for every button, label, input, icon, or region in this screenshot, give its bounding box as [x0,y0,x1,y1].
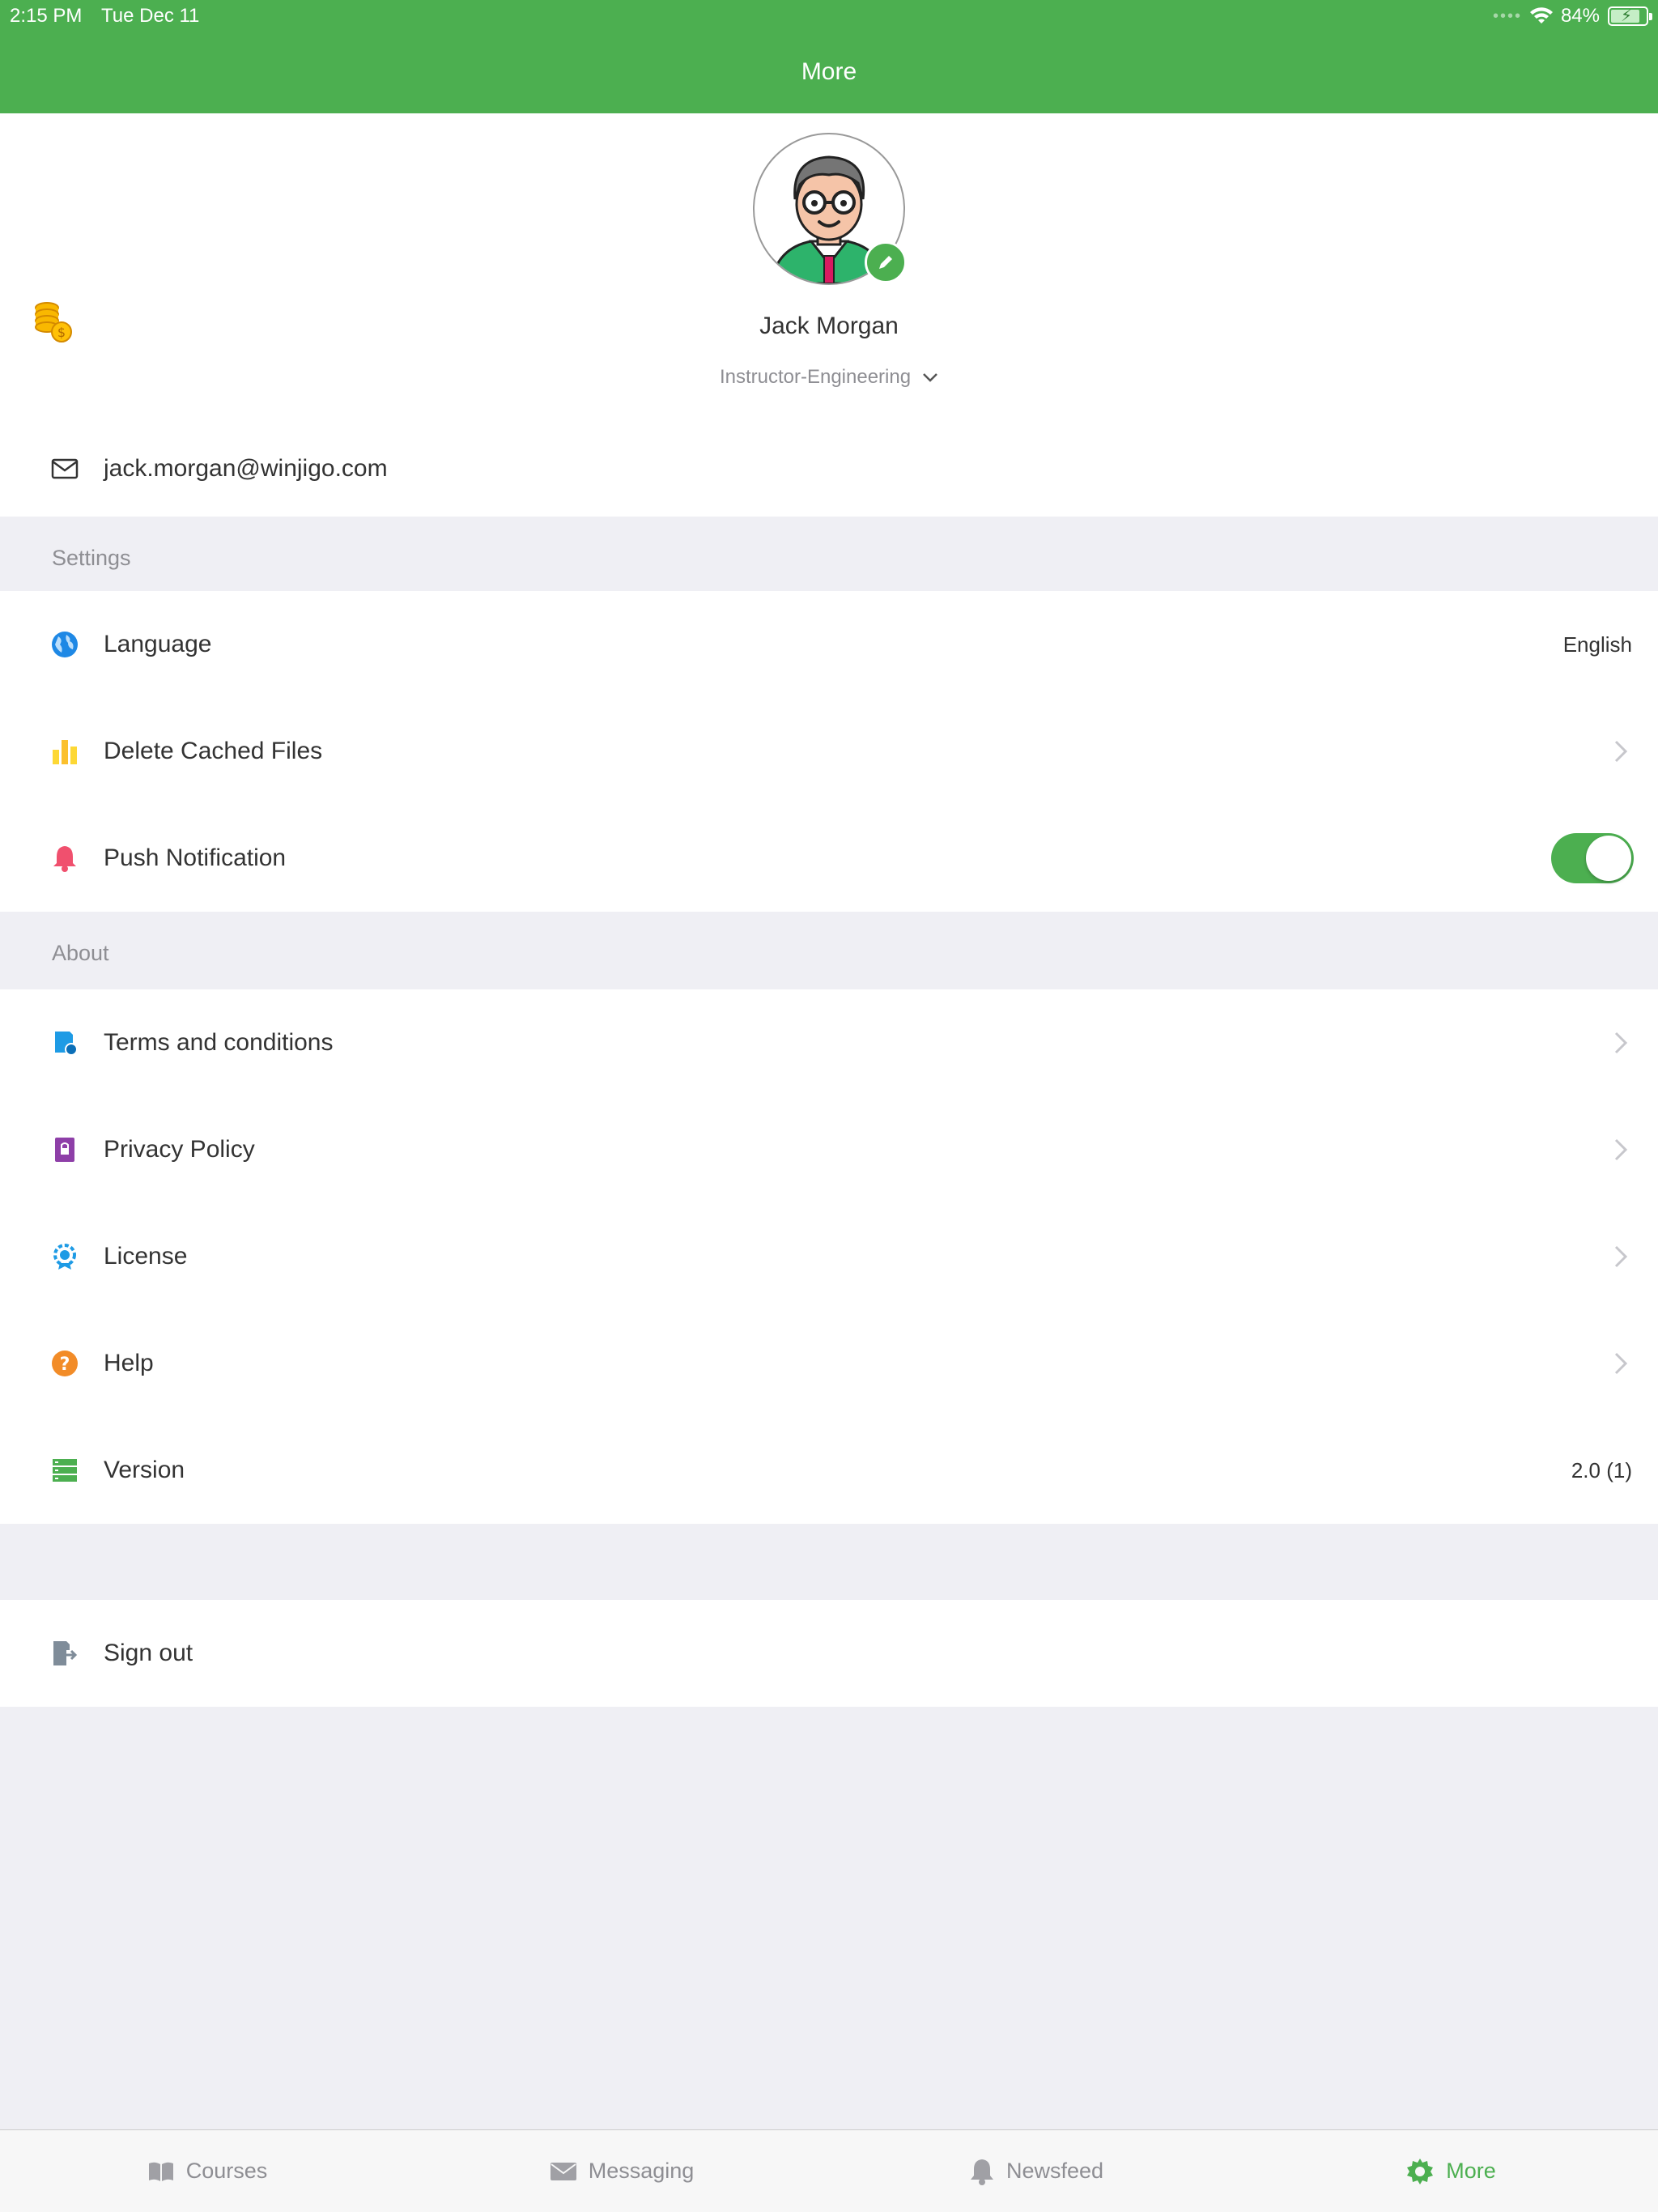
about-row-version: Version 2.0 (1) [0,1417,1658,1524]
help-label: Help [104,1350,154,1376]
envelope-icon [550,2162,576,2180]
language-value: English [1562,632,1632,657]
chevron-right-icon [1614,1138,1628,1161]
tab-more[interactable]: More [1244,2130,1658,2212]
wifi-icon [1529,7,1553,23]
sign-out-row[interactable]: Sign out [0,1600,1658,1707]
version-value: 2.0 (1) [1571,1457,1632,1482]
about-row-privacy-policy[interactable]: Privacy Policy [0,1096,1658,1203]
avatar-container[interactable] [753,133,907,285]
email-address: jack.morgan@winjigo.com [104,455,388,482]
profile-name: Jack Morgan [759,313,899,339]
battery-percent: 84% [1560,5,1600,27]
tab-newsfeed[interactable]: Newsfeed [829,2130,1244,2212]
svg-text:?: ? [60,1355,70,1375]
profile-section: $ Jack Morgan Instructor-Engineering jac… [0,113,1658,517]
bell-icon [53,846,76,872]
push-notification-label: Push Notification [104,844,287,871]
document-shield-icon [55,1032,78,1056]
server-icon [53,1459,77,1482]
tab-label: Newsfeed [1005,2159,1104,2183]
settings-row-delete-cached-files[interactable]: Delete Cached Files [0,698,1658,805]
status-indicators: •••• 84% ⚡ [1492,5,1652,28]
bell-icon [970,2159,993,2185]
globe-icon [52,632,78,657]
book-icon [148,2162,173,2181]
chevron-right-icon [1614,1245,1628,1268]
role-selector[interactable]: Instructor-Engineering [0,366,1658,389]
tab-courses[interactable]: Courses [0,2130,414,2212]
settings-group: Language English Delete Cached Files Pus… [0,591,1658,912]
terms-label: Terms and conditions [104,1029,334,1056]
email-row: jack.morgan@winjigo.com [0,421,1658,517]
chevron-right-icon [1614,1352,1628,1375]
about-group: Terms and conditions Privacy Policy Lice… [0,989,1658,1524]
status-bar: 2:15 PM Tue Dec 11 •••• 84% ⚡ [0,0,1658,32]
license-label: License [104,1243,188,1270]
tab-messaging[interactable]: Messaging [414,2130,829,2212]
chevron-right-icon [1614,740,1628,763]
tab-label: Courses [185,2159,268,2183]
badge-icon [53,1244,76,1270]
toggle-knob [1586,836,1631,881]
signal-icon: •••• [1492,6,1522,25]
sign-out-label: Sign out [104,1640,193,1666]
sign-out-group: Sign out [0,1600,1658,1707]
delete-cached-files-label: Delete Cached Files [104,738,323,764]
chevron-right-icon [1614,1032,1628,1054]
gear-icon [1407,2158,1434,2184]
page-title: More [801,58,857,85]
about-row-help[interactable]: ? Help [0,1310,1658,1417]
status-time: 2:15 PM [10,5,83,27]
about-section-header: About [0,912,1658,989]
lock-document-icon [55,1138,74,1162]
about-row-terms[interactable]: Terms and conditions [0,989,1658,1096]
status-date: Tue Dec 11 [101,5,200,27]
envelope-icon [51,458,79,479]
tab-bar: Courses Messaging Newsfeed More [0,2129,1658,2212]
bar-chart-icon [53,740,77,764]
about-row-license[interactable]: License [0,1203,1658,1310]
battery-icon: ⚡ [1608,6,1652,26]
chevron-down-icon [923,373,937,382]
charging-bolt-icon: ⚡ [1621,7,1633,25]
settings-section-header: Settings [0,517,1658,591]
help-icon: ? [52,1351,78,1376]
language-label: Language [104,631,212,657]
role-label: Instructor-Engineering [719,366,912,388]
settings-row-language[interactable]: Language English [0,591,1658,698]
edit-avatar-button[interactable] [865,241,907,283]
pencil-icon [879,256,892,269]
settings-row-push-notification: Push Notification [0,805,1658,912]
push-notification-toggle[interactable] [1551,833,1634,883]
app-header: 2:15 PM Tue Dec 11 •••• 84% ⚡ More [0,0,1658,113]
version-label: Version [104,1457,185,1483]
sign-out-icon [53,1641,78,1665]
tab-label: Messaging [588,2159,695,2183]
privacy-policy-label: Privacy Policy [104,1136,255,1163]
tab-label: More [1446,2159,1496,2183]
